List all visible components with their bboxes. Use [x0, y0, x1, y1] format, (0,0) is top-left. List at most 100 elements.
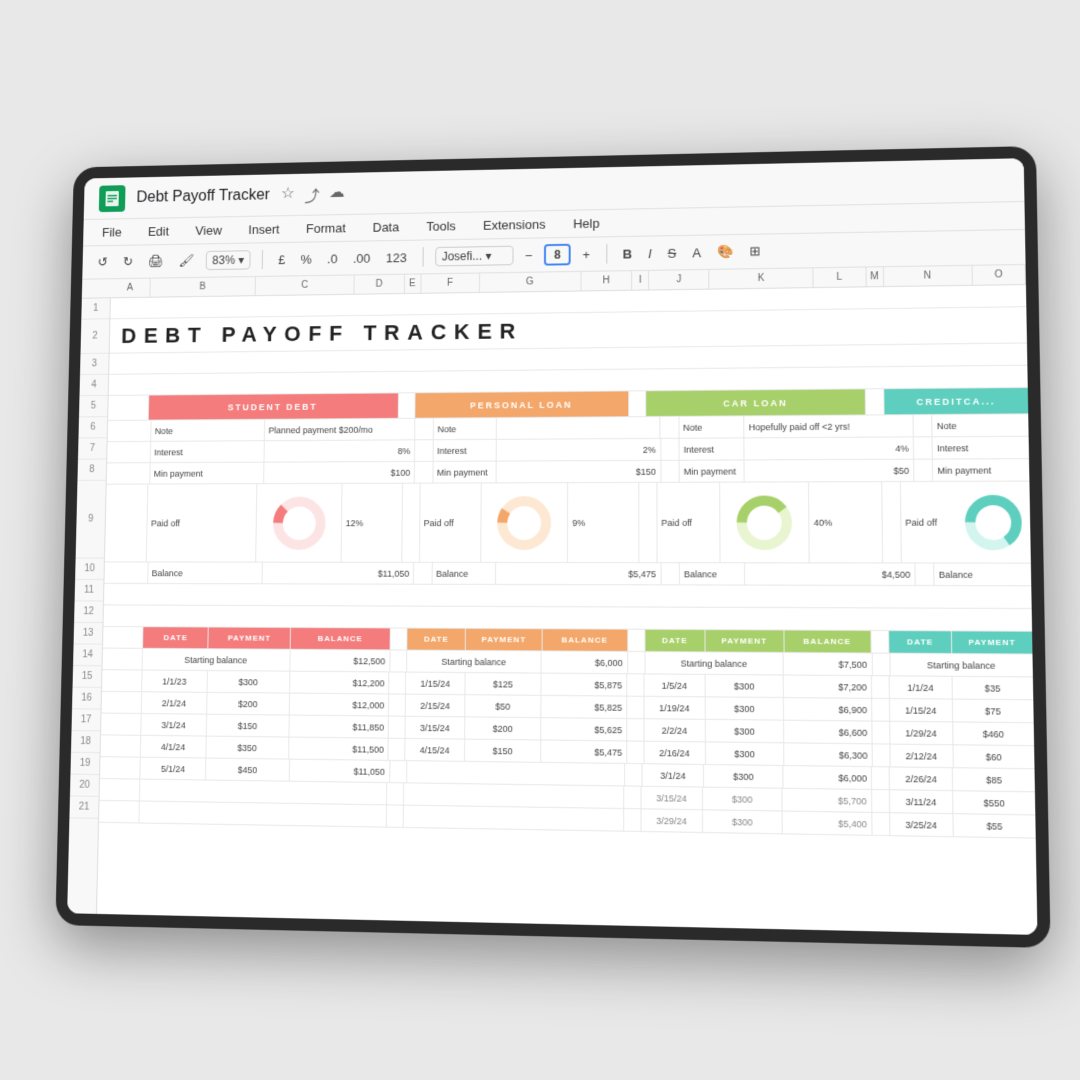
credit-donut: [956, 482, 1031, 563]
redo-button[interactable]: ↻: [119, 252, 137, 271]
font-size-decrease[interactable]: −: [521, 246, 536, 265]
car-loan-label: CAR LOAN: [723, 398, 788, 409]
s-pay-4: $350: [206, 737, 289, 759]
row-21: 21: [69, 796, 98, 818]
decrease-decimal-button[interactable]: .0: [323, 249, 341, 268]
cr-pay-6: $550: [953, 791, 1035, 814]
spacer-e: [398, 393, 415, 418]
menu-view[interactable]: View: [191, 221, 225, 240]
format-123-button[interactable]: 123: [382, 248, 411, 267]
italic-button[interactable]: I: [644, 244, 656, 263]
c-date-2: 1/19/24: [644, 697, 705, 719]
font-name: Josefi...: [442, 249, 482, 263]
cr-date-3: 1/29/24: [890, 722, 953, 744]
bold-button[interactable]: B: [619, 244, 636, 263]
c-date-6: 3/15/24: [641, 787, 703, 810]
row-2: 2: [80, 319, 109, 354]
p-pay-3: $200: [465, 717, 542, 739]
sheet-body: 1 2 3 4 5 6 7 8 9 10 11 12 13 14 15 16 1: [67, 285, 1037, 935]
zoom-dropdown-icon[interactable]: ▾: [238, 253, 244, 266]
col-header-i: I: [632, 271, 649, 290]
sheets-icon: [99, 185, 126, 212]
personal-paidoff-value: 9%: [568, 483, 639, 562]
student-min-label: Min payment: [150, 463, 264, 484]
undo-button[interactable]: ↺: [94, 253, 112, 272]
font-size-display[interactable]: 8: [544, 244, 570, 266]
car-donut: [720, 482, 810, 562]
student-debt-header: STUDENT DEBT: [149, 393, 398, 419]
folder-icon[interactable]: ⤴: [304, 182, 320, 205]
p-date-4: 4/15/24: [405, 739, 465, 761]
menu-edit[interactable]: Edit: [144, 222, 173, 241]
car-th-balance: BALANCE: [784, 630, 872, 652]
c-pay-2: $300: [705, 697, 784, 719]
percent-button[interactable]: %: [297, 250, 316, 269]
personal-th-date: DATE: [407, 629, 466, 650]
personal-min-label: Min payment: [433, 462, 497, 483]
s-pay-1: $300: [207, 671, 290, 693]
borders-button[interactable]: ⊞: [745, 241, 764, 261]
p-bal-1: $5,875: [542, 674, 628, 696]
cr-pay-5: $85: [953, 768, 1035, 791]
menu-extensions[interactable]: Extensions: [479, 215, 549, 235]
student-note-label: Note: [151, 420, 265, 441]
menu-insert[interactable]: Insert: [244, 220, 283, 239]
paidoff-row: Paid off 12% Paid off: [105, 482, 1031, 564]
print-button[interactable]: 🖨: [144, 252, 167, 271]
student-th-date: DATE: [143, 627, 209, 648]
car-note-value: Hopefully paid off <2 yrs!: [744, 415, 913, 437]
menu-format[interactable]: Format: [302, 219, 349, 238]
row-13: 13: [74, 623, 103, 645]
row-14: 14: [73, 644, 102, 666]
menu-file[interactable]: File: [98, 223, 125, 241]
sheet-content[interactable]: DEBT PAYOFF TRACKER STUDENT DEBT: [97, 285, 1038, 935]
minpayment-row: Min payment $100 Min payment $150 Min pa…: [107, 459, 1030, 485]
car-paidoff-value: 40%: [809, 482, 883, 562]
col-header-m: M: [866, 267, 884, 286]
c-date-4: 2/16/24: [645, 742, 706, 764]
c-date-7: 3/29/24: [641, 809, 703, 832]
cr-date-4: 2/12/24: [890, 745, 953, 768]
title-icons: ☆ ⤴ ☁: [281, 182, 345, 206]
menu-help[interactable]: Help: [569, 214, 603, 233]
s-bal-3: $11,850: [289, 716, 389, 738]
col-header-l: L: [814, 267, 867, 287]
font-size-increase[interactable]: +: [578, 245, 593, 264]
row-19: 19: [70, 753, 99, 775]
p-pay-4: $150: [465, 740, 542, 762]
car-interest-label: Interest: [679, 438, 744, 459]
font-selector[interactable]: Josefi... ▾: [435, 246, 513, 267]
cr-date-6: 3/11/24: [890, 790, 954, 813]
currency-button[interactable]: £: [274, 250, 289, 268]
c-date-1: 1/5/24: [644, 674, 705, 696]
personal-balance-value: $5,475: [496, 563, 661, 584]
cloud-icon[interactable]: ☁: [329, 182, 345, 205]
c-date-3: 2/2/24: [644, 719, 705, 741]
credit-balance-label: Balance: [935, 564, 1032, 586]
cr-pay-1: $35: [952, 677, 1033, 699]
menu-data[interactable]: Data: [369, 218, 403, 237]
text-color-button[interactable]: A: [688, 243, 705, 262]
s-bal-2: $12,000: [289, 694, 389, 716]
paint-format-button[interactable]: 🖌: [175, 251, 199, 270]
card-spacer-a: [108, 396, 149, 420]
student-th-balance: BALANCE: [291, 628, 391, 649]
credit-starting-label: Starting balance: [890, 654, 1033, 677]
increase-decimal-button[interactable]: .00: [349, 249, 374, 268]
zoom-control[interactable]: 83% ▾: [206, 250, 251, 270]
menu-tools[interactable]: Tools: [422, 217, 459, 236]
cr-pay-7: $55: [953, 814, 1035, 837]
student-donut: [256, 484, 342, 562]
c-bal-2: $6,900: [784, 698, 872, 720]
star-icon[interactable]: ☆: [281, 183, 295, 206]
font-dropdown-icon: ▾: [485, 249, 491, 263]
student-note-value: Planned payment $200/mo: [265, 419, 416, 441]
balance-row: Balance $11,050 Balance $5,475 Balance $…: [104, 562, 1031, 586]
credit-interest-label: Interest: [933, 437, 1029, 459]
personal-th-balance: BALANCE: [542, 629, 627, 651]
c-pay-4: $300: [706, 742, 785, 765]
row-9: 9: [76, 481, 106, 559]
col-header-f: F: [421, 273, 480, 292]
fill-color-button[interactable]: 🎨: [713, 242, 737, 262]
strikethrough-button[interactable]: S: [664, 243, 681, 262]
